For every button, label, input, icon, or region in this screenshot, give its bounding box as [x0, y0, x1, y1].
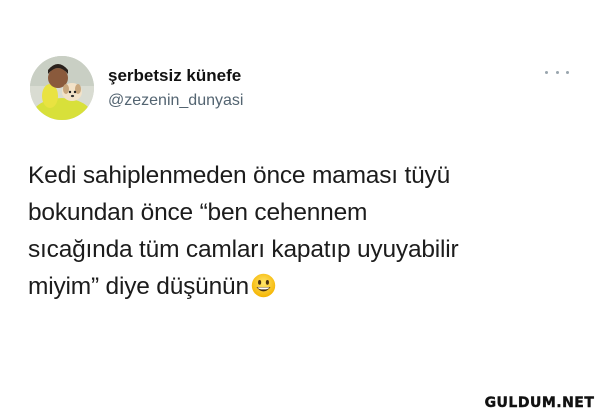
tweet-line-last: miyim” diye düşünün	[28, 268, 573, 305]
tweet-line-text: miyim” diye düşünün	[28, 273, 249, 300]
tweet-line: Kedi sahiplenmeden önce maması tüyü	[28, 162, 451, 189]
display-name[interactable]: şerbetsiz künefe	[108, 66, 241, 86]
tweet-line: sıcağında tüm camları kapatıp uyuyabilir	[28, 236, 459, 263]
tweet-card: şerbetsiz künefe @zezenin_dunyasi Kedi s…	[0, 0, 597, 412]
dot	[555, 70, 559, 74]
dot	[566, 70, 569, 74]
more-horizontal-icon[interactable]	[545, 66, 569, 78]
avatar-photo	[30, 56, 94, 120]
dot	[545, 70, 548, 74]
tweet-line: bokundan önce “ben cehennem	[28, 199, 368, 226]
tweet-text: Kedi sahiplenmeden önce maması tüyü boku…	[28, 157, 573, 305]
grinning-face-emoji	[251, 273, 276, 298]
watermark: GULDUM.NET	[482, 393, 597, 412]
avatar[interactable]	[30, 56, 94, 120]
user-handle[interactable]: @zezenin_dunyasi	[108, 92, 243, 110]
watermark-text: GULDUM.NET	[484, 394, 595, 411]
